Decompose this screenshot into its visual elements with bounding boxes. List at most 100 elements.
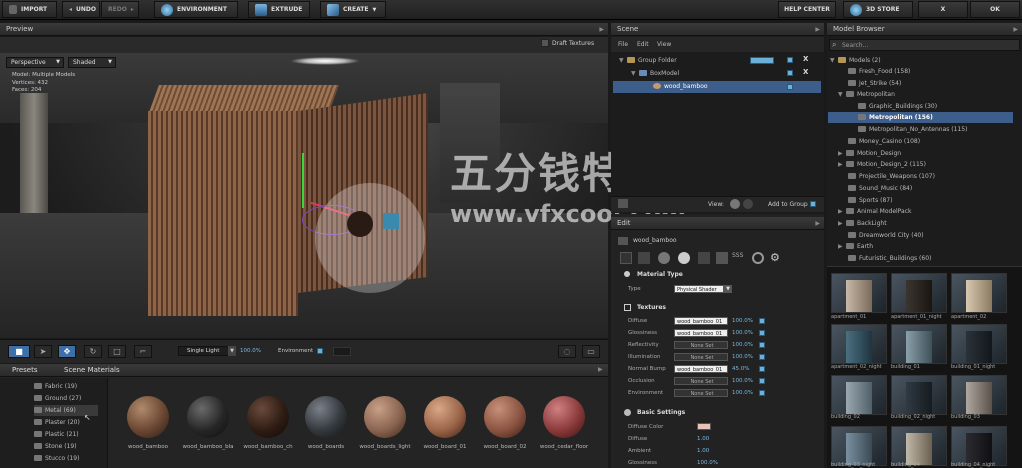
extrude-button[interactable]: EXTRUDE (248, 1, 310, 18)
texture-amount[interactable]: 45.0% (732, 366, 749, 372)
checker-tool-icon[interactable] (716, 252, 728, 264)
category-item[interactable]: Plaster (20) (34, 417, 80, 428)
browser-tree-item[interactable]: ▼ Models (2) (830, 55, 881, 66)
texture-slot[interactable]: wood_bamboo_01 (674, 365, 728, 373)
material-tool-icon[interactable] (620, 252, 632, 264)
texture-amount[interactable]: 100.0% (732, 378, 753, 384)
category-item[interactable]: Fabric (19) (34, 381, 77, 392)
folder-add-icon[interactable] (618, 199, 628, 208)
texture-amount[interactable]: 100.0% (732, 390, 753, 396)
browser-tree-item[interactable]: Graphic_Buildings (30) (858, 101, 937, 112)
texture-toggle[interactable] (759, 318, 765, 324)
texture-slot[interactable]: wood_bamboo_01 (674, 317, 728, 325)
model-thumbnail[interactable] (831, 324, 887, 364)
model-thumbnail[interactable] (831, 273, 887, 313)
scale-tool-icon[interactable]: □ (108, 345, 126, 358)
menu-edit[interactable]: Edit (637, 41, 649, 48)
browser-tree-item[interactable]: Futuristic_Buildings (60) (848, 253, 931, 264)
grid-tool-icon[interactable] (698, 252, 710, 264)
environment-swatch[interactable] (333, 347, 351, 356)
light-tool-icon[interactable] (678, 252, 690, 264)
browser-tree-item[interactable]: Sports (87) (848, 195, 892, 206)
ok-button[interactable]: OK (970, 1, 1020, 18)
browser-tree-item[interactable]: ▶ Motion_Design (838, 148, 901, 159)
light-select[interactable]: Single Light (178, 346, 234, 356)
browser-tree-item-selected[interactable]: Metropolitan (156) (828, 112, 1013, 123)
view-toggle-icon[interactable] (730, 199, 740, 209)
texture-toggle[interactable] (759, 354, 765, 360)
material-sphere[interactable] (127, 396, 169, 438)
browser-tree-item[interactable]: ▶ BackLight (838, 218, 887, 229)
texture-toggle[interactable] (759, 390, 765, 396)
texture-amount[interactable]: 100.0% (732, 330, 753, 336)
delete-icon[interactable]: X (803, 55, 808, 63)
texture-amount[interactable]: 100.0% (732, 342, 753, 348)
target-tool-icon[interactable] (752, 252, 764, 264)
texture-slot[interactable]: wood_bamboo_01 (674, 329, 728, 337)
model-thumbnail[interactable] (831, 375, 887, 415)
model-thumbnail[interactable] (891, 273, 947, 313)
browser-tree-item[interactable]: Projectile_Weapons (107) (848, 171, 935, 182)
browser-tree-item[interactable]: ▶ Motion_Design_2 (115) (838, 159, 926, 170)
tab-scene-materials[interactable]: Scene Materials (58, 364, 126, 377)
panel-collapse-icon[interactable]: ▶ (598, 366, 603, 373)
chevron-down-icon[interactable]: ▼ (724, 285, 732, 293)
import-button[interactable]: IMPORT (2, 1, 57, 18)
basic-value[interactable]: 1.00 (697, 448, 709, 454)
model-thumbnail[interactable] (951, 426, 1007, 466)
model-thumbnail[interactable] (891, 324, 947, 364)
model-thumbnail[interactable] (891, 375, 947, 415)
visibility-toggle[interactable] (787, 70, 793, 76)
texture-toggle[interactable] (759, 378, 765, 384)
tab-presets[interactable]: Presets (6, 364, 43, 377)
material-sphere[interactable] (364, 396, 406, 438)
panel-collapse-icon[interactable]: ▶ (599, 23, 604, 36)
reset-view-icon[interactable]: ◌ (558, 345, 576, 358)
texture-toggle[interactable] (759, 342, 765, 348)
material-sphere[interactable] (484, 396, 526, 438)
texture-slot[interactable]: None Set (674, 389, 728, 397)
basic-value[interactable]: 1.00 (697, 436, 709, 442)
browser-tree-item[interactable]: ▶ Animal ModelPack (838, 206, 911, 217)
sphere-tool-icon[interactable] (658, 252, 670, 264)
help-center-button[interactable]: HELP CENTER (778, 1, 836, 18)
sss-tool-icon[interactable]: SSS (732, 252, 743, 259)
draft-textures-checkbox[interactable] (541, 39, 549, 47)
move-tool-icon[interactable]: ✥ (58, 345, 76, 358)
texture-amount[interactable]: 100.0% (732, 354, 753, 360)
texture-toggle[interactable] (759, 330, 765, 336)
browser-tree-item[interactable]: Money_Casino (108) (848, 136, 920, 147)
store-button[interactable]: 3D STORE (843, 1, 913, 18)
add-to-group-checkbox[interactable] (810, 201, 816, 207)
gear-icon[interactable]: ⚙ (770, 251, 780, 264)
fit-screen-icon[interactable]: ▭ (582, 345, 600, 358)
material-sphere[interactable] (187, 396, 229, 438)
redo-button[interactable]: REDO ▸ (101, 1, 139, 18)
category-item[interactable]: Stucco (19) (34, 453, 79, 464)
delete-icon[interactable]: X (803, 68, 808, 76)
browser-tree-item[interactable]: ▶ Earth (838, 241, 873, 252)
model-thumbnail[interactable] (891, 426, 947, 466)
category-item[interactable]: Ground (27) (34, 393, 81, 404)
camera-tool-icon[interactable]: ■ (8, 345, 30, 358)
category-item[interactable]: Stone (19) (34, 441, 77, 452)
category-item[interactable]: Plastic (21) (34, 429, 79, 440)
chevron-down-icon[interactable]: ▼ (228, 346, 236, 356)
basic-value[interactable]: 100.0% (697, 460, 718, 466)
panel-collapse-icon[interactable]: ▶ (815, 23, 820, 36)
texture-amount[interactable]: 100.0% (732, 318, 753, 324)
undo-button[interactable]: ◂ UNDO (62, 1, 100, 18)
add-to-group-button[interactable]: Add to Group (768, 201, 808, 208)
model-thumbnail[interactable] (951, 273, 1007, 313)
menu-view[interactable]: View (657, 41, 671, 48)
model-thumbnail[interactable] (831, 426, 887, 466)
browser-tree-item[interactable]: ▼ Metropolitan (838, 89, 895, 100)
environment-button[interactable]: ENVIRONMENT (154, 1, 238, 18)
group-color-swatch[interactable] (750, 57, 774, 64)
material-sphere[interactable] (305, 396, 347, 438)
environment-checkbox[interactable] (317, 348, 323, 354)
material-type-select[interactable]: Physical Shader (674, 285, 724, 293)
view-select[interactable]: Perspective ▼ (6, 57, 64, 68)
axis-tool-icon[interactable]: ⌐ (134, 345, 152, 358)
visibility-toggle[interactable] (787, 57, 793, 63)
